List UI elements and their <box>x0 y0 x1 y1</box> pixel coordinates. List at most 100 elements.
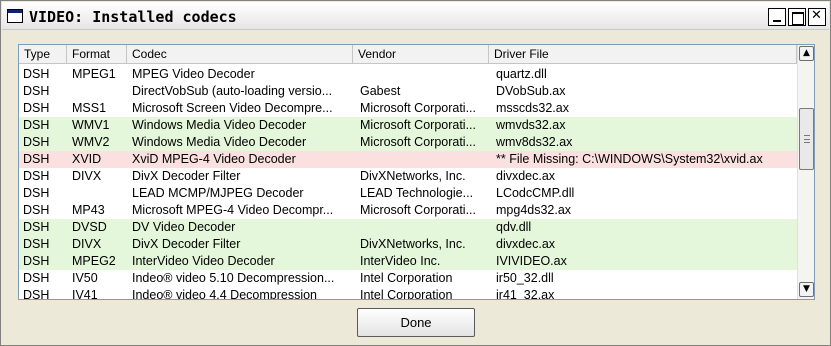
cell-format: DIVX <box>72 237 102 251</box>
cell-format: DVSD <box>72 220 107 234</box>
done-button[interactable]: Done <box>357 308 475 337</box>
scroll-thumb[interactable] <box>799 108 814 170</box>
cell-type: DSH <box>23 271 50 285</box>
table-row[interactable]: DSH MSS1 Microsoft Screen Video Decompre..… <box>19 100 797 117</box>
cell-codec: DirectVobSub (auto-loading versio... <box>132 84 333 98</box>
cell-driver-file: ** File Missing: C:\WINDOWS\System32\xvi… <box>496 152 763 166</box>
column-header-type[interactable]: Type <box>19 45 67 64</box>
grip-icon <box>804 135 810 143</box>
cell-driver-file: wmvds32.ax <box>496 118 566 132</box>
cell-type: DSH <box>23 84 50 98</box>
table-row[interactable]: DSH WMV1 Windows Media Video Decoder Micros… <box>19 117 797 134</box>
cell-format: WMV2 <box>72 135 110 149</box>
scroll-down-button[interactable]: ▼ <box>799 282 814 297</box>
cell-codec: MPEG Video Decoder <box>132 67 255 81</box>
codecs-list[interactable]: Type Format Codec Vendor Driver File DSH… <box>18 44 815 300</box>
cell-type: DSH <box>23 118 50 132</box>
cell-type: DSH <box>23 135 50 149</box>
cell-driver-file: ir50_32.dll <box>496 271 554 285</box>
table-row[interactable]: DSH DIVX DivX Decoder Filter DivXNetworks, … <box>19 168 797 185</box>
cell-codec: Microsoft MPEG-4 Video Decompr... <box>132 203 334 217</box>
table-row[interactable]: DSH DirectVobSub (auto-loading versio... G… <box>19 83 797 100</box>
table-row[interactable]: DSH MPEG2 InterVideo Video Decoder InterVi… <box>19 253 797 270</box>
cell-format <box>72 83 127 100</box>
cell-codec: InterVideo Video Decoder <box>132 254 275 268</box>
table-row[interactable]: DSH MP43 Microsoft MPEG-4 Video Decompr...… <box>19 202 797 219</box>
cell-codec: LEAD MCMP/MJPEG Decoder <box>132 186 304 200</box>
cell-type: DSH <box>23 101 50 115</box>
codecs-dialog: VIDEO: Installed codecs Type Format Code… <box>0 0 831 346</box>
cell-vendor: Intel Corporation <box>360 271 453 285</box>
cell-format: MPEG1 <box>72 67 116 81</box>
cell-vendor: Microsoft Corporati... <box>360 135 477 149</box>
cell-type: DSH <box>23 220 50 234</box>
cell-vendor: Microsoft Corporati... <box>360 118 477 132</box>
cell-format: IV41 <box>72 288 98 300</box>
cell-driver-file: LCodcCMP.dll <box>496 186 575 200</box>
cell-format: DIVX <box>72 169 102 183</box>
table-row[interactable]: DSH MPEG1 MPEG Video Decoder quartz.dll <box>19 66 797 83</box>
cell-codec: DivX Decoder Filter <box>132 169 241 183</box>
table-row[interactable]: DSH DVSD DV Video Decoder qdv.dll <box>19 219 797 236</box>
column-header-format[interactable]: Format <box>67 45 127 64</box>
cell-format: XVID <box>72 152 102 166</box>
window-title: VIDEO: Installed codecs <box>29 8 237 26</box>
list-header: Type Format Codec Vendor Driver File <box>19 45 797 64</box>
maximize-button[interactable] <box>788 8 806 26</box>
cell-codec: Indeo® video 4.4 Decompression <box>132 288 318 300</box>
cell-type: DSH <box>23 186 50 200</box>
cell-format <box>72 185 127 202</box>
cell-driver-file: divxdec.ax <box>496 237 556 251</box>
table-row[interactable]: DSH WMV2 Windows Media Video Decoder Micros… <box>19 134 797 151</box>
cell-vendor: DivXNetworks, Inc. <box>360 169 466 183</box>
title-bar: VIDEO: Installed codecs <box>2 2 829 30</box>
cell-vendor <box>360 66 488 83</box>
cell-driver-file: mpg4ds32.ax <box>496 203 572 217</box>
cell-type: DSH <box>23 152 50 166</box>
cell-vendor: Intel Corporation <box>360 288 453 300</box>
table-row[interactable]: DSH LEAD MCMP/MJPEG Decoder LEAD Technolog… <box>19 185 797 202</box>
cell-driver-file: ir41_32.ax <box>496 288 555 300</box>
table-row[interactable]: DSH IV50 Indeo® video 5.10 Decompression..… <box>19 270 797 287</box>
cell-driver-file: qdv.dll <box>496 220 532 234</box>
cell-codec: XviD MPEG-4 Video Decoder <box>132 152 296 166</box>
cell-driver-file: IVIVIDEO.ax <box>496 254 567 268</box>
cell-vendor: Microsoft Corporati... <box>360 101 477 115</box>
close-button[interactable] <box>808 8 826 26</box>
cell-type: DSH <box>23 288 50 300</box>
cell-codec: Windows Media Video Decoder <box>132 135 307 149</box>
column-header-driver-file[interactable]: Driver File <box>489 45 797 64</box>
cell-vendor <box>360 219 488 236</box>
minimize-button[interactable] <box>768 8 786 26</box>
cell-vendor: Microsoft Corporati... <box>360 203 477 217</box>
cell-codec: DV Video Decoder <box>132 220 236 234</box>
cell-codec: DivX Decoder Filter <box>132 237 241 251</box>
cell-vendor: Gabest <box>360 84 401 98</box>
table-row[interactable]: DSH IV41 Indeo® video 4.4 Decompression Int… <box>19 287 797 300</box>
arrow-up-icon: ▲ <box>803 48 810 58</box>
cell-vendor <box>360 151 488 168</box>
cell-format: MSS1 <box>72 101 107 115</box>
cell-type: DSH <box>23 169 50 183</box>
cell-driver-file: wmv8ds32.ax <box>496 135 573 149</box>
table-row[interactable]: DSH DIVX DivX Decoder Filter DivXNetworks, … <box>19 236 797 253</box>
cell-format: IV50 <box>72 271 98 285</box>
cell-type: DSH <box>23 67 50 81</box>
scroll-up-button[interactable]: ▲ <box>799 46 814 61</box>
column-header-vendor[interactable]: Vendor <box>353 45 489 64</box>
cell-driver-file: DVobSub.ax <box>496 84 566 98</box>
table-row[interactable]: DSH XVID XviD MPEG-4 Video Decoder ** File … <box>19 151 797 168</box>
cell-format: MPEG2 <box>72 254 116 268</box>
cell-format: WMV1 <box>72 118 110 132</box>
arrow-down-icon: ▼ <box>803 284 810 294</box>
list-rows: DSH MPEG1 MPEG Video Decoder quartz.dll DSH D… <box>19 66 797 300</box>
cell-driver-file: divxdec.ax <box>496 169 556 183</box>
cell-driver-file: msscds32.ax <box>496 101 569 115</box>
column-header-codec[interactable]: Codec <box>127 45 353 64</box>
cell-codec: Indeo® video 5.10 Decompression... <box>132 271 335 285</box>
cell-codec: Microsoft Screen Video Decompre... <box>132 101 333 115</box>
cell-vendor: LEAD Technologie... <box>360 186 474 200</box>
window-icon <box>7 9 23 23</box>
vertical-scrollbar[interactable]: ▲ ▼ <box>797 45 814 299</box>
cell-type: DSH <box>23 203 50 217</box>
